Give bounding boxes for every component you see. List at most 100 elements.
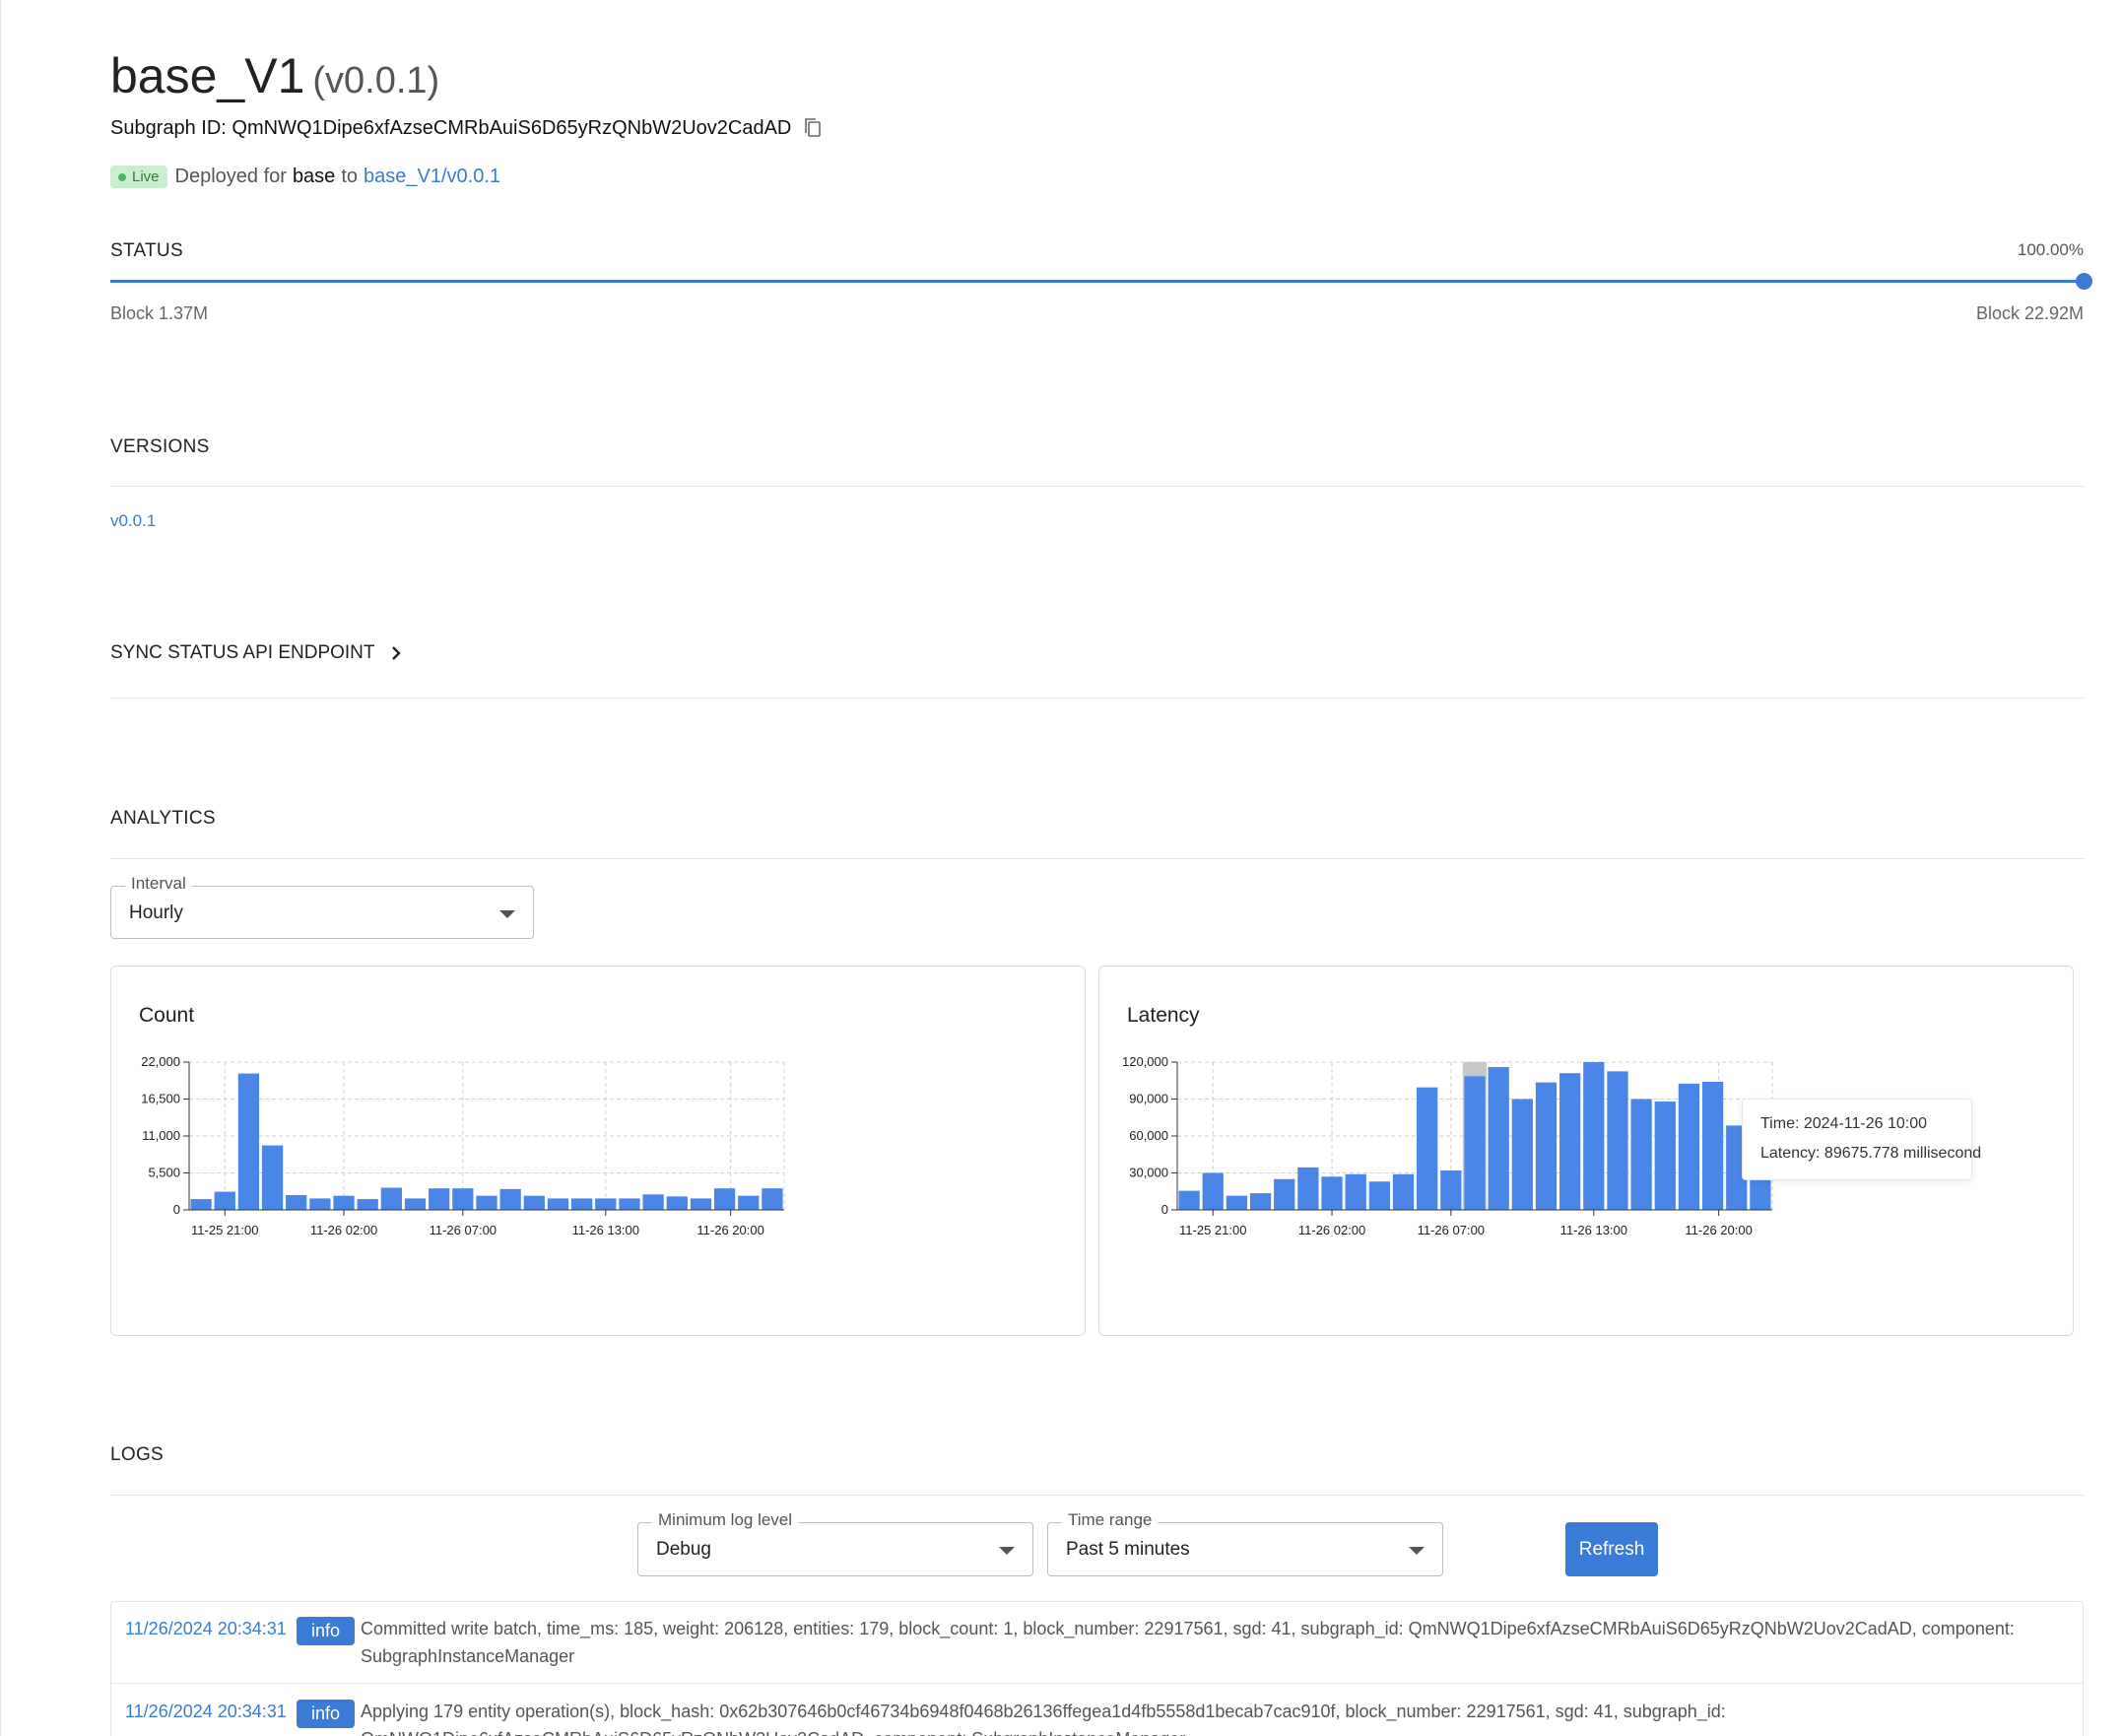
chart-tooltip: Time: 2024-11-26 10:00 Latency: 89675.77…: [1742, 1099, 1982, 1180]
bar[interactable]: [333, 1195, 355, 1210]
page-title: base_V1 (v0.0.1): [110, 47, 439, 104]
bar[interactable]: [1654, 1102, 1676, 1210]
min-log-level-label: Minimum log level: [652, 1510, 799, 1530]
bar[interactable]: [1488, 1067, 1509, 1210]
y-tick-label: 30,000: [1129, 1166, 1168, 1180]
deployed-for-text: Deployed for: [174, 166, 287, 187]
bar[interactable]: [1392, 1173, 1415, 1210]
bar[interactable]: [214, 1191, 235, 1210]
bar[interactable]: [309, 1198, 331, 1210]
log-level-badge: info: [297, 1617, 355, 1645]
log-list: 11/26/2024 20:34:31 info Committed write…: [110, 1601, 2084, 1736]
count-chart: 0 5,500 11,000 16,500 22,000 11-25 21:00 11-26…: [141, 1054, 785, 1237]
bar[interactable]: [1440, 1170, 1462, 1210]
bar[interactable]: [1535, 1082, 1558, 1210]
bar[interactable]: [595, 1198, 617, 1210]
x-tick-label: 11-25 21:00: [191, 1223, 258, 1237]
bar[interactable]: [1202, 1172, 1224, 1211]
y-tick-label: 11,000: [142, 1128, 180, 1143]
bar[interactable]: [380, 1187, 402, 1211]
bar[interactable]: [1583, 1062, 1605, 1210]
bar[interactable]: [261, 1145, 284, 1210]
copy-icon[interactable]: [803, 116, 825, 140]
log-row-divider: [111, 1683, 2083, 1684]
status-heading: STATUS: [110, 240, 183, 261]
bar[interactable]: [1368, 1181, 1390, 1210]
live-dot-icon: [118, 172, 126, 181]
refresh-button[interactable]: Refresh: [1565, 1522, 1658, 1576]
versions-divider: [110, 486, 2084, 487]
bar[interactable]: [762, 1188, 783, 1210]
x-tick-label: 11-26 13:00: [1560, 1223, 1627, 1237]
log-timestamp[interactable]: 11/26/2024 20:34:31: [125, 1702, 287, 1722]
bar[interactable]: [690, 1198, 712, 1210]
bar[interactable]: [1226, 1195, 1248, 1210]
bar[interactable]: [1249, 1193, 1272, 1210]
bar[interactable]: [571, 1198, 593, 1210]
y-tick-label: 22,000: [141, 1054, 180, 1069]
versions-heading: VERSIONS: [110, 436, 210, 457]
bar[interactable]: [1559, 1073, 1581, 1210]
bar[interactable]: [1678, 1083, 1700, 1210]
interval-select[interactable]: Interval Hourly: [110, 874, 534, 939]
bar[interactable]: [1274, 1178, 1295, 1210]
bar[interactable]: [1178, 1190, 1200, 1210]
bar[interactable]: [666, 1196, 688, 1210]
caret-down-icon: [1409, 1547, 1425, 1555]
bar[interactable]: [1321, 1176, 1343, 1210]
sync-status-heading: SYNC STATUS API ENDPOINT: [110, 642, 375, 663]
block-start: Block 1.37M: [110, 303, 209, 323]
subgraph-id-row: Subgraph ID: QmNWQ1Dipe6xfAzseCMRbAuiS6D…: [110, 116, 825, 140]
time-range-label: Time range: [1062, 1510, 1159, 1530]
bar[interactable]: [499, 1188, 521, 1210]
x-tick-label: 11-26 07:00: [430, 1223, 497, 1237]
to-text: to: [341, 166, 358, 187]
caret-down-icon: [999, 1547, 1015, 1555]
version-link[interactable]: v0.0.1: [110, 511, 156, 531]
x-tick-label: 11-26 02:00: [310, 1223, 377, 1237]
bar[interactable]: [237, 1073, 260, 1210]
bar[interactable]: [452, 1188, 474, 1210]
subgraph-id: Subgraph ID: QmNWQ1Dipe6xfAzseCMRbAuiS6D…: [110, 116, 792, 139]
bar[interactable]: [286, 1195, 307, 1210]
bar[interactable]: [1297, 1167, 1319, 1210]
bar[interactable]: [738, 1195, 760, 1210]
count-chart-card: Count 0 5,500 11,000 16,500 22,000 11-25 21:0…: [110, 966, 1086, 1336]
logs-divider: [110, 1495, 2084, 1496]
y-tick-label: 120,000: [1122, 1054, 1168, 1069]
bar[interactable]: [713, 1188, 736, 1210]
bar[interactable]: [619, 1198, 640, 1210]
tooltip-latency: Latency: 89675.778 millisecond: [1760, 1145, 1982, 1162]
status-percent: 100.00%: [2017, 240, 2084, 259]
bar[interactable]: [190, 1199, 212, 1210]
interval-label: Interval: [125, 874, 192, 894]
deployment-link[interactable]: base_V1/v0.0.1: [364, 166, 500, 188]
bar[interactable]: [547, 1198, 569, 1210]
bar[interactable]: [1701, 1082, 1724, 1210]
bar[interactable]: [1417, 1087, 1438, 1210]
subgraph-name: base_V1: [110, 48, 305, 103]
live-label: Live: [132, 168, 160, 185]
bar[interactable]: [404, 1198, 427, 1210]
bar[interactable]: [1630, 1099, 1652, 1211]
logs-heading: LOGS: [110, 1444, 164, 1465]
x-tick-label: 11-26 07:00: [1418, 1223, 1485, 1237]
log-message: Applying 179 entity operation(s), block_…: [361, 1702, 1726, 1736]
bar[interactable]: [429, 1188, 450, 1210]
bar[interactable]: [1607, 1071, 1628, 1210]
sync-status-toggle[interactable]: SYNC STATUS API ENDPOINT: [110, 642, 403, 664]
bar[interactable]: [1345, 1173, 1366, 1210]
sync-progress-fill: [110, 280, 2084, 283]
bar[interactable]: [642, 1194, 664, 1210]
sync-progress-knob: [2076, 273, 2092, 290]
time-range-select[interactable]: Time range Past 5 minutes: [1047, 1510, 1443, 1576]
y-tick-label: 0: [1161, 1202, 1168, 1217]
bar[interactable]: [357, 1199, 378, 1210]
subgraph-version: (v0.0.1): [312, 60, 440, 101]
bar[interactable]: [523, 1195, 545, 1210]
bar[interactable]: [1511, 1099, 1533, 1211]
log-timestamp[interactable]: 11/26/2024 20:34:31: [125, 1619, 287, 1639]
bar[interactable]: [1464, 1076, 1486, 1210]
min-log-level-select[interactable]: Minimum log level Debug: [637, 1510, 1033, 1576]
bar[interactable]: [476, 1195, 497, 1210]
